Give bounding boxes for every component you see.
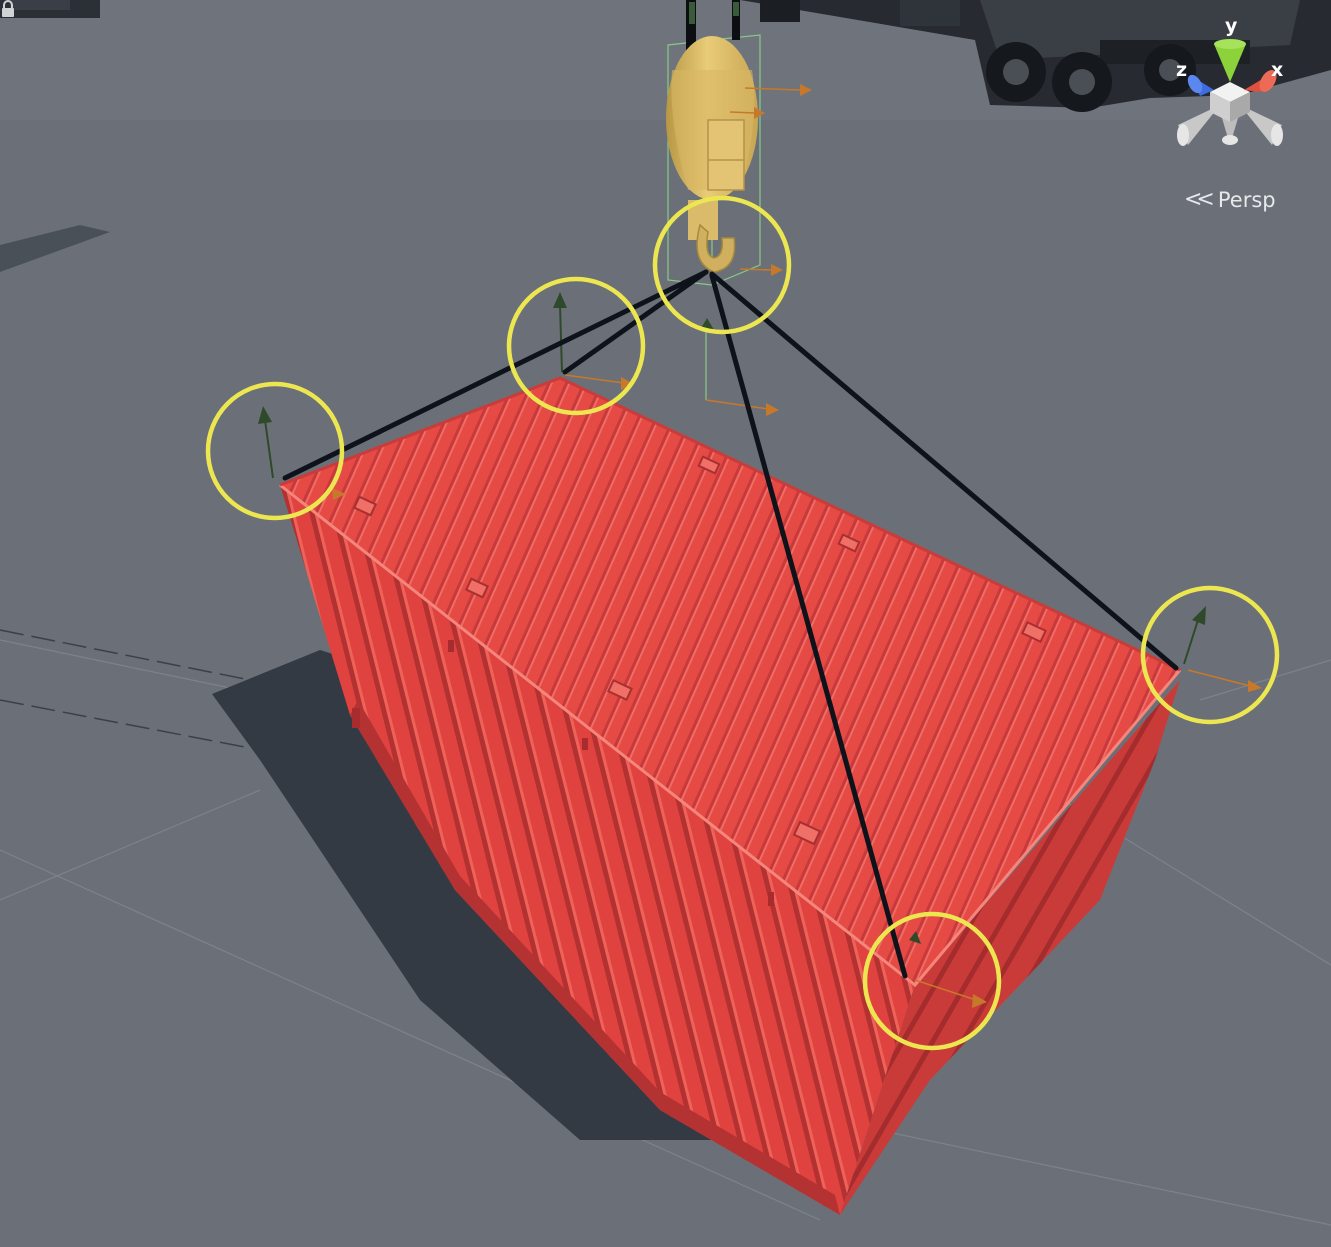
lock-icon[interactable] <box>0 0 16 18</box>
gizmo-y-label: y <box>1225 15 1238 37</box>
projection-label: Persp <box>1217 187 1276 212</box>
scene-canvas[interactable]: y x z <box>0 0 1331 1247</box>
scene-viewport[interactable]: y x z << Persp <box>0 0 1331 1247</box>
chevron-left-icon: << <box>1184 187 1215 212</box>
gizmo-z-label: z <box>1176 59 1187 81</box>
projection-toggle[interactable]: << Persp <box>1184 187 1276 212</box>
gizmo-x-label: x <box>1271 59 1283 81</box>
